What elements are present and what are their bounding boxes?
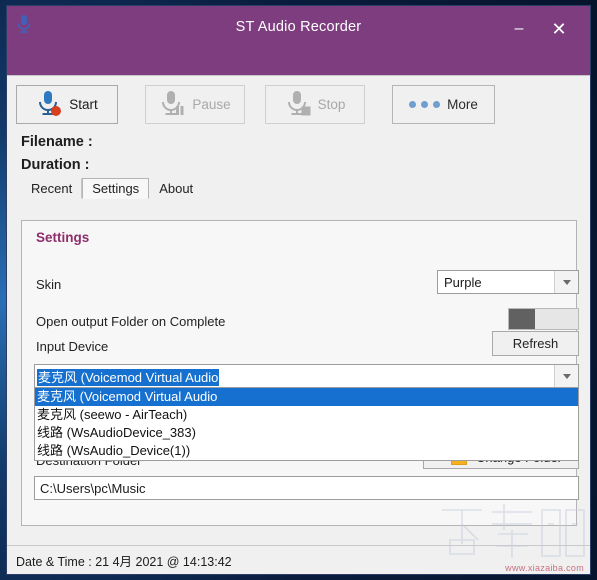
app-window: ST Audio Recorder – ✕ Start Pause Stop M… (6, 5, 591, 575)
ellipsis-icon (409, 101, 441, 108)
stop-button[interactable]: Stop (265, 85, 365, 124)
tab-about[interactable]: About (149, 178, 204, 199)
recording-info: Filename : Duration : (7, 131, 590, 177)
input-device-select-value: 麦克风 (Voicemod Virtual Audio (35, 367, 554, 386)
input-device-option[interactable]: 线路 (WsAudioDevice_383) (35, 424, 578, 442)
input-device-label: Input Device (36, 339, 109, 354)
microphone-icon (15, 14, 33, 34)
skin-select-value: Purple (444, 274, 482, 290)
skin-label: Skin (36, 277, 62, 292)
start-mic-icon (36, 89, 62, 120)
refresh-button[interactable]: Refresh (492, 331, 579, 356)
input-device-option[interactable]: 线路 (WsAudio_Device(1)) (35, 442, 578, 460)
chevron-down-icon[interactable] (554, 365, 578, 387)
tab-settings[interactable]: Settings (82, 178, 150, 199)
input-device-option[interactable]: 麦克风 (Voicemod Virtual Audio (35, 388, 578, 406)
pause-button[interactable]: Pause (145, 85, 245, 124)
title-bar: ST Audio Recorder – ✕ (7, 6, 590, 76)
more-button[interactable]: More (392, 85, 495, 124)
tab-strip: Recent Settings About (7, 177, 590, 199)
settings-panel: Settings Skin Purple Open output Folder … (21, 220, 579, 526)
open-output-folder-label: Open output Folder on Complete (36, 314, 226, 329)
open-output-folder-toggle[interactable] (508, 308, 579, 330)
skin-select[interactable]: Purple (437, 270, 579, 294)
status-datetime: Date & Time : 21 4月 2021 @ 14:13:42 (16, 554, 232, 569)
toggle-knob (509, 309, 535, 329)
pause-button-label: Pause (192, 96, 231, 112)
start-button[interactable]: Start (16, 85, 118, 124)
stop-button-label: Stop (317, 96, 346, 112)
window-title: ST Audio Recorder (235, 19, 362, 35)
input-device-dropdown-list[interactable]: 麦克风 (Voicemod Virtual Audio 麦克风 (seewo - … (34, 388, 579, 461)
close-button[interactable]: ✕ (544, 16, 574, 42)
stop-mic-icon (285, 89, 311, 120)
input-device-select[interactable]: 麦克风 (Voicemod Virtual Audio (34, 364, 579, 388)
start-button-label: Start (69, 96, 98, 112)
input-device-selected-text: 麦克风 (Voicemod Virtual Audio (37, 368, 220, 386)
transport-toolbar: Start Pause Stop More (7, 76, 590, 131)
tab-recent[interactable]: Recent (21, 178, 83, 199)
pause-mic-icon (159, 89, 185, 120)
minimize-button[interactable]: – (504, 16, 534, 42)
chevron-down-icon[interactable] (554, 271, 578, 293)
input-device-option[interactable]: 麦克风 (seewo - AirTeach) (35, 406, 578, 424)
panel-title: Settings (36, 230, 90, 245)
more-button-label: More (447, 96, 478, 112)
destination-path-input[interactable]: C:\Users\pc\Music (34, 476, 579, 500)
duration-label: Duration : (21, 157, 90, 173)
filename-label: Filename : (21, 134, 93, 150)
status-bar: Date & Time : 21 4月 2021 @ 14:13:42 (7, 545, 590, 574)
